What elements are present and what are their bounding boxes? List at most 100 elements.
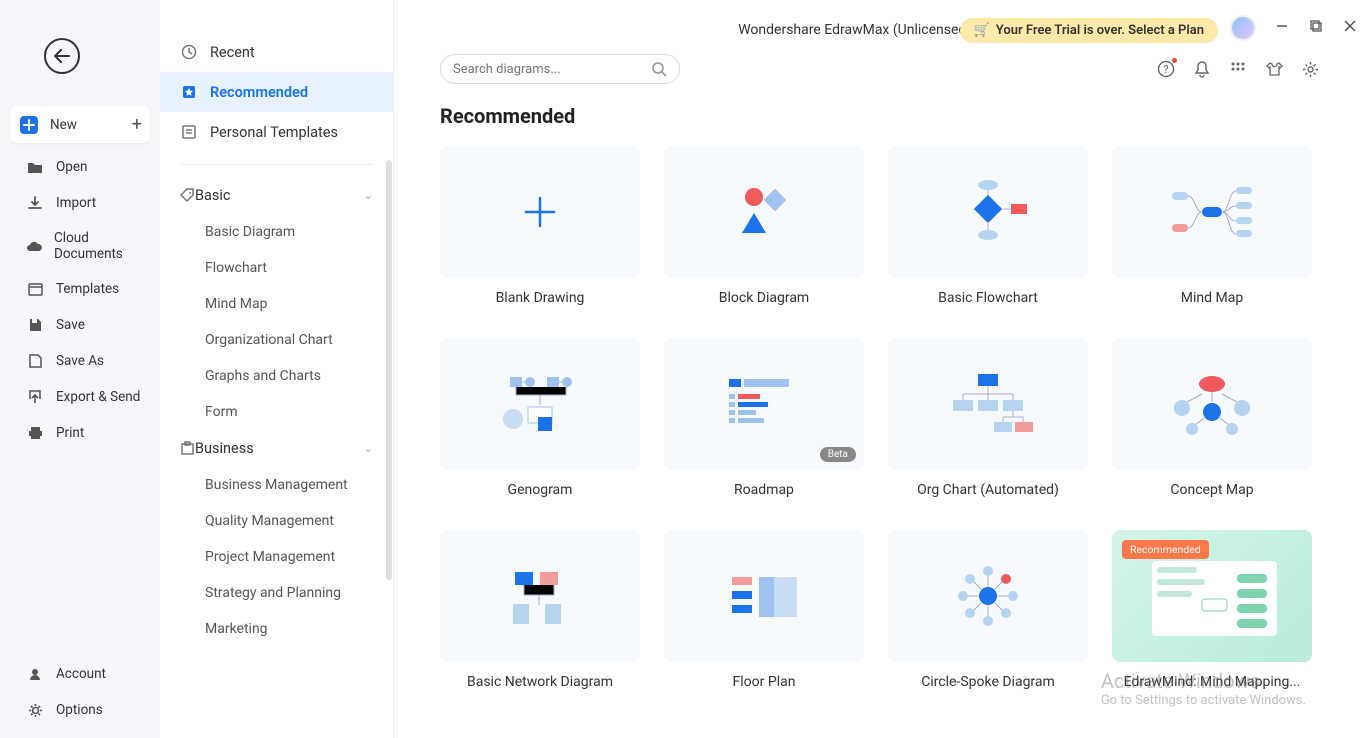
sidebar-item-export[interactable]: Export & Send	[0, 379, 160, 415]
add-icon[interactable]: +	[132, 114, 142, 135]
template-label: Mind Map	[1112, 278, 1312, 314]
close-button[interactable]	[1342, 18, 1358, 34]
folder-icon	[26, 158, 44, 176]
template-spoke[interactable]: Circle-Spoke Diagram	[888, 530, 1088, 698]
mid-item-recent[interactable]: Recent	[160, 32, 393, 72]
tag-icon	[180, 188, 195, 203]
template-concept[interactable]: Concept Map	[1112, 338, 1312, 506]
title-bar: Wondershare EdrawMax (Unlicensed Version…	[394, 0, 1366, 44]
sidebar-item-print[interactable]: Print	[0, 415, 160, 451]
file-sidebar: New + Open Import Cloud Documents Templa…	[0, 0, 160, 738]
main-area: Wondershare EdrawMax (Unlicensed Version…	[394, 0, 1366, 738]
scrollbar[interactable]	[386, 160, 392, 580]
template-flowchart[interactable]: Basic Flowchart	[888, 146, 1088, 314]
sub-orgchart[interactable]: Organizational Chart	[160, 322, 393, 358]
sub-bizmgmt[interactable]: Business Management	[160, 467, 393, 503]
template-grid: Blank Drawing Block Diagram Basic Flowch…	[440, 146, 1320, 698]
cloud-label: Cloud Documents	[54, 230, 146, 262]
sub-flowchart[interactable]: Flowchart	[160, 250, 393, 286]
minimize-button[interactable]	[1274, 18, 1290, 34]
trial-text: Your Free Trial is over. Select a Plan	[996, 23, 1204, 38]
plus-icon	[20, 116, 38, 134]
chevron-down-icon: ⌄	[364, 189, 373, 202]
template-label: Blank Drawing	[440, 278, 640, 314]
saveas-icon	[26, 352, 44, 370]
cloud-icon	[26, 237, 42, 255]
mid-item-personal[interactable]: Personal Templates	[160, 112, 393, 152]
export-label: Export & Send	[56, 389, 140, 405]
sidebar-item-import[interactable]: Import	[0, 185, 160, 221]
sub-mindmap[interactable]: Mind Map	[160, 286, 393, 322]
sidebar-item-options[interactable]: Options	[0, 692, 160, 728]
save-icon	[26, 316, 44, 334]
templates-label: Templates	[56, 281, 119, 297]
cart-icon: 🛒	[974, 23, 990, 38]
sidebar-item-new[interactable]: New +	[10, 106, 150, 143]
clock-icon	[180, 43, 198, 61]
sub-marketing[interactable]: Marketing	[160, 611, 393, 647]
recent-label: Recent	[210, 44, 255, 61]
help-icon[interactable]: ?	[1156, 59, 1176, 79]
sub-strategy[interactable]: Strategy and Planning	[160, 575, 393, 611]
sidebar-item-open[interactable]: Open	[0, 149, 160, 185]
beta-badge: Beta	[820, 447, 856, 462]
template-orgchart[interactable]: Org Chart (Automated)	[888, 338, 1088, 506]
template-mindmap[interactable]: Mind Map	[1112, 146, 1312, 314]
template-label: Roadmap	[664, 470, 864, 506]
template-block[interactable]: Block Diagram	[664, 146, 864, 314]
category-sidebar: Recent Recommended Personal Templates Ba…	[160, 0, 394, 738]
back-button[interactable]	[44, 38, 80, 74]
saveas-label: Save As	[56, 353, 104, 369]
sidebar-item-templates[interactable]: Templates	[0, 271, 160, 307]
template-label: Genogram	[440, 470, 640, 506]
divider	[180, 164, 373, 165]
import-label: Import	[56, 195, 96, 211]
template-blank[interactable]: Blank Drawing	[440, 146, 640, 314]
mid-item-recommended[interactable]: Recommended	[160, 72, 393, 112]
template-genogram[interactable]: Genogram	[440, 338, 640, 506]
personal-icon	[180, 123, 198, 141]
maximize-button[interactable]	[1308, 18, 1324, 34]
category-business[interactable]: Business ⌄	[160, 430, 393, 467]
template-roadmap[interactable]: Beta Roadmap	[664, 338, 864, 506]
sub-graphs[interactable]: Graphs and Charts	[160, 358, 393, 394]
toolbar: ?	[394, 44, 1366, 94]
sub-quality[interactable]: Quality Management	[160, 503, 393, 539]
search-input[interactable]	[453, 62, 651, 77]
business-label: Business	[195, 440, 254, 457]
settings-icon[interactable]	[1300, 59, 1320, 79]
template-label: Circle-Spoke Diagram	[888, 662, 1088, 698]
template-network[interactable]: Basic Network Diagram	[440, 530, 640, 698]
sidebar-item-account[interactable]: Account	[0, 656, 160, 692]
open-label: Open	[56, 159, 87, 175]
account-icon	[26, 665, 44, 683]
template-label: Block Diagram	[664, 278, 864, 314]
avatar[interactable]	[1230, 15, 1256, 41]
search-box[interactable]	[440, 54, 680, 84]
save-label: Save	[56, 317, 85, 333]
sub-project[interactable]: Project Management	[160, 539, 393, 575]
business-icon	[180, 441, 195, 456]
template-floorplan[interactable]: Floor Plan	[664, 530, 864, 698]
sub-basic-diagram[interactable]: Basic Diagram	[160, 214, 393, 250]
new-label: New	[50, 117, 77, 133]
search-icon[interactable]	[651, 61, 667, 77]
template-label: EdrawMind: Mind Mapping...	[1112, 662, 1312, 698]
shirt-icon[interactable]	[1264, 59, 1284, 79]
grid-icon[interactable]	[1228, 59, 1248, 79]
svg-text:?: ?	[1163, 63, 1168, 76]
print-icon	[26, 424, 44, 442]
account-label: Account	[56, 666, 106, 682]
sidebar-item-saveas[interactable]: Save As	[0, 343, 160, 379]
section-title: Recommended	[440, 104, 1320, 128]
template-edrawmind[interactable]: Recommended EdrawMind: Mind Mapping...	[1112, 530, 1312, 698]
content: Recommended Blank Drawing Block Diagram …	[394, 94, 1366, 738]
sub-form[interactable]: Form	[160, 394, 393, 430]
sidebar-item-cloud[interactable]: Cloud Documents	[0, 221, 160, 271]
recommended-badge: Recommended	[1122, 540, 1209, 559]
trial-banner[interactable]: 🛒 Your Free Trial is over. Select a Plan	[960, 18, 1218, 43]
category-basic[interactable]: Basic ⌄	[160, 177, 393, 214]
recommended-label: Recommended	[210, 84, 308, 101]
bell-icon[interactable]	[1192, 59, 1212, 79]
sidebar-item-save[interactable]: Save	[0, 307, 160, 343]
